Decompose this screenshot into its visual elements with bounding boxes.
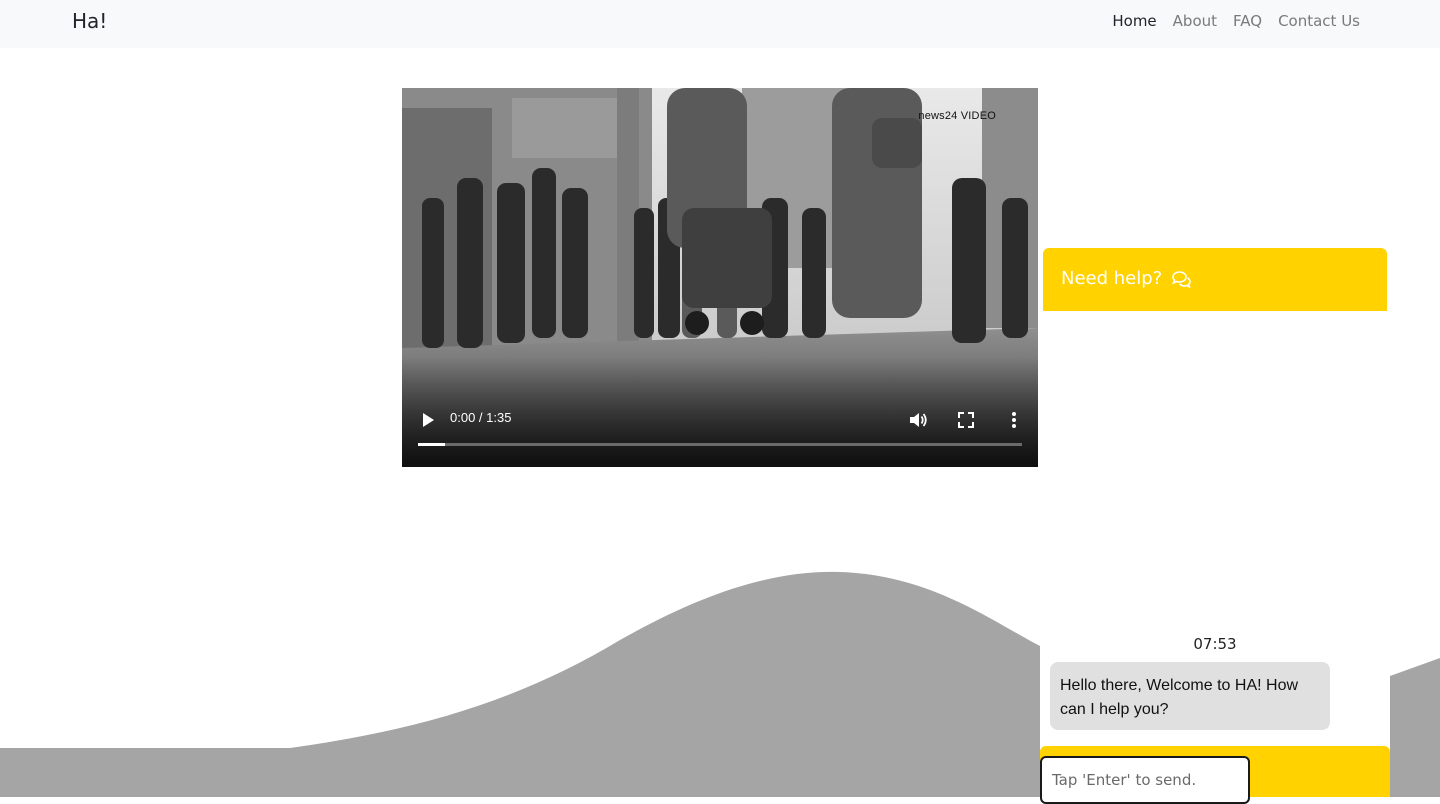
need-help-button[interactable]: Need help? (1043, 248, 1387, 311)
video-player[interactable]: news24 VIDEO 0:00 / 1:35 (402, 88, 1038, 467)
play-button[interactable] (418, 410, 438, 430)
need-help-label: Need help? (1061, 268, 1163, 289)
nav-link-home[interactable]: Home (1112, 12, 1156, 30)
chat-timestamp: 07:53 (1193, 635, 1237, 653)
nav-link-contact-us[interactable]: Contact Us (1278, 12, 1360, 30)
chat-footer (1040, 746, 1390, 804)
more-vertical-icon (1012, 412, 1016, 428)
volume-icon (910, 413, 927, 427)
nav-link-about[interactable]: About (1173, 12, 1217, 30)
brand-logo[interactable]: Ha! (72, 9, 107, 33)
video-watermark: news24 VIDEO (918, 110, 996, 122)
more-options-button[interactable] (1006, 410, 1022, 430)
navbar: Ha! Home About FAQ Contact Us (0, 0, 1440, 48)
volume-button[interactable] (907, 410, 929, 430)
video-progress-fill (418, 443, 446, 446)
video-progress-bar[interactable] (418, 443, 1022, 446)
play-icon (423, 413, 434, 427)
chat-message-bubble: Hello there, Welcome to HA! How can I he… (1050, 662, 1330, 730)
fullscreen-button[interactable] (956, 410, 976, 430)
nav-links: Home About FAQ Contact Us (1112, 12, 1360, 30)
fullscreen-icon (958, 412, 974, 428)
nav-link-faq[interactable]: FAQ (1233, 12, 1262, 30)
video-time: 0:00 / 1:35 (450, 410, 512, 425)
comments-icon (1172, 271, 1191, 288)
chat-panel: 07:53 Hello there, Welcome to HA! How ca… (1040, 560, 1390, 804)
